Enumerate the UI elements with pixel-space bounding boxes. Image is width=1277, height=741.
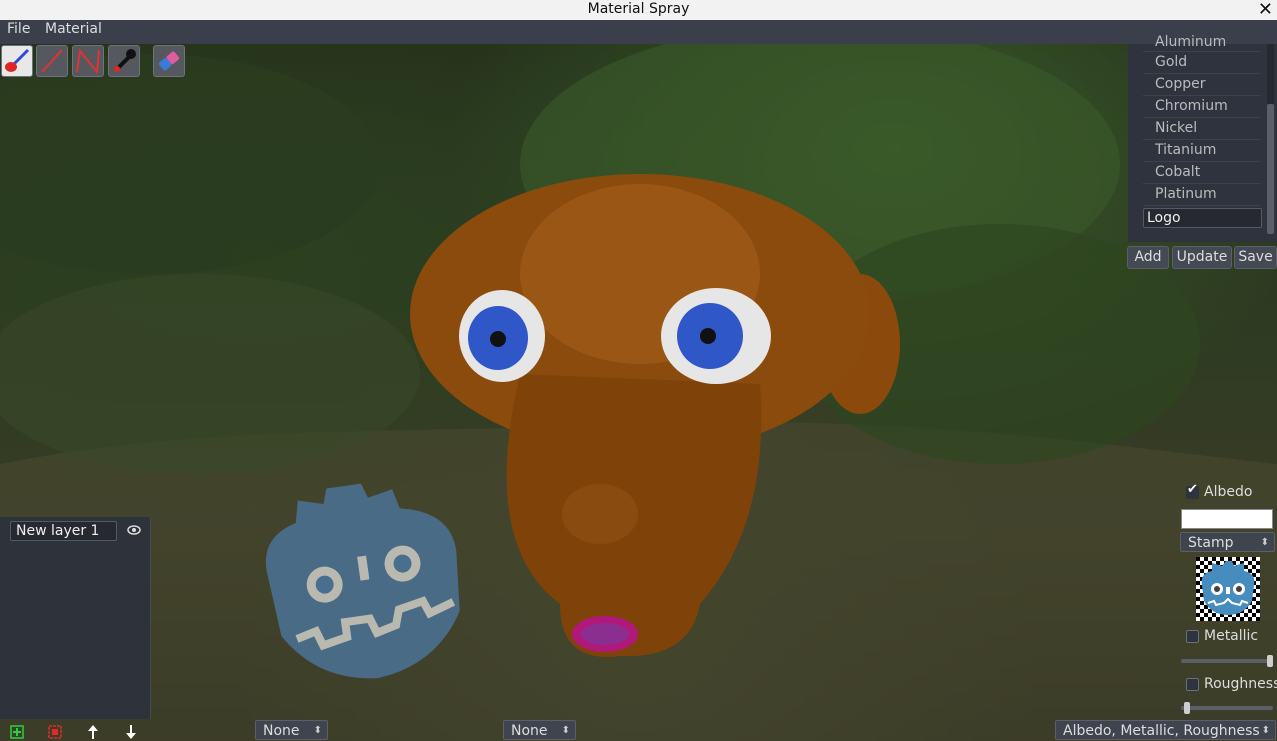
eraser-icon xyxy=(158,51,180,71)
texture-select-2[interactable]: None ⬍ xyxy=(503,720,576,740)
list-item[interactable]: Aluminum xyxy=(1155,34,1226,50)
line-strip-tool-button[interactable] xyxy=(72,45,104,77)
list-item[interactable]: Titanium xyxy=(1155,142,1216,158)
line-icon xyxy=(41,49,63,73)
menu-file[interactable]: File xyxy=(7,21,30,37)
scene-render xyxy=(0,44,1277,741)
menu-material[interactable]: Material xyxy=(45,21,102,37)
paint-brush-tool-button[interactable] xyxy=(1,45,33,77)
list-item[interactable]: Cobalt xyxy=(1155,164,1200,180)
add-material-button[interactable]: Add xyxy=(1127,246,1169,269)
checkmark-icon: ✔ xyxy=(1187,482,1198,497)
eyedropper-icon xyxy=(114,49,136,72)
paint-brush-icon xyxy=(5,48,30,72)
stamp-texture-preview[interactable] xyxy=(1196,557,1260,621)
move-layer-up-icon[interactable] xyxy=(86,725,100,739)
roughness-slider[interactable] xyxy=(1181,702,1273,714)
roughness-checkbox[interactable] xyxy=(1186,678,1199,691)
albedo-color-picker[interactable] xyxy=(1181,509,1273,529)
updown-arrows-icon: ⬍ xyxy=(1261,725,1270,736)
menu-bar: File Material xyxy=(0,20,1277,44)
move-layer-down-icon[interactable] xyxy=(124,725,138,739)
albedo-checkbox[interactable]: ✔ xyxy=(1186,482,1199,499)
save-material-button[interactable]: Save xyxy=(1234,246,1277,269)
updown-arrows-icon: ⬍ xyxy=(1260,537,1269,548)
list-item[interactable]: Gold xyxy=(1155,54,1187,70)
material-name-input[interactable]: Logo xyxy=(1143,208,1262,228)
layers-panel: New layer 1 xyxy=(0,517,151,719)
window-title: Material Spray xyxy=(587,1,690,17)
material-list-panel: Aluminum Gold Copper Chromium Nickel Tit… xyxy=(1128,34,1277,242)
eraser-tool-button[interactable] xyxy=(153,45,185,77)
update-material-button[interactable]: Update xyxy=(1172,246,1232,269)
roughness-label: Roughness xyxy=(1204,676,1277,692)
title-bar: Material Spray ✕ xyxy=(0,0,1277,21)
layer-name-input[interactable]: New layer 1 xyxy=(10,521,117,541)
delete-layer-icon[interactable] xyxy=(48,725,62,739)
metallic-checkbox[interactable] xyxy=(1186,630,1199,643)
metallic-slider[interactable] xyxy=(1181,655,1273,667)
add-layer-icon[interactable] xyxy=(10,725,24,739)
updown-arrows-icon: ⬍ xyxy=(313,725,322,736)
list-item[interactable]: Chromium xyxy=(1155,98,1228,114)
material-list-scrollbar[interactable] xyxy=(1267,44,1274,234)
3d-viewport[interactable] xyxy=(0,44,1277,741)
line-strip-icon xyxy=(76,48,100,75)
list-item[interactable]: Copper xyxy=(1155,76,1205,92)
close-icon[interactable]: ✕ xyxy=(1258,0,1273,20)
metallic-slider-grabber[interactable] xyxy=(1267,655,1273,667)
updown-arrows-icon: ⬍ xyxy=(561,725,570,736)
line-tool-button[interactable] xyxy=(36,45,68,77)
roughness-slider-grabber[interactable] xyxy=(1184,702,1190,714)
eyedropper-tool-button[interactable] xyxy=(108,45,140,77)
metallic-label: Metallic xyxy=(1204,628,1259,644)
list-item[interactable]: Nickel xyxy=(1155,120,1197,136)
scrollbar-thumb[interactable] xyxy=(1267,104,1274,234)
albedo-label: Albedo xyxy=(1204,484,1253,500)
eye-icon[interactable] xyxy=(127,525,141,535)
texture-select-1[interactable]: None ⬍ xyxy=(255,720,328,740)
brush-mode-select[interactable]: Stamp ⬍ xyxy=(1180,532,1275,552)
list-item[interactable]: Platinum xyxy=(1155,186,1217,202)
channels-select[interactable]: Albedo, Metallic, Roughness ⬍ xyxy=(1055,720,1276,740)
